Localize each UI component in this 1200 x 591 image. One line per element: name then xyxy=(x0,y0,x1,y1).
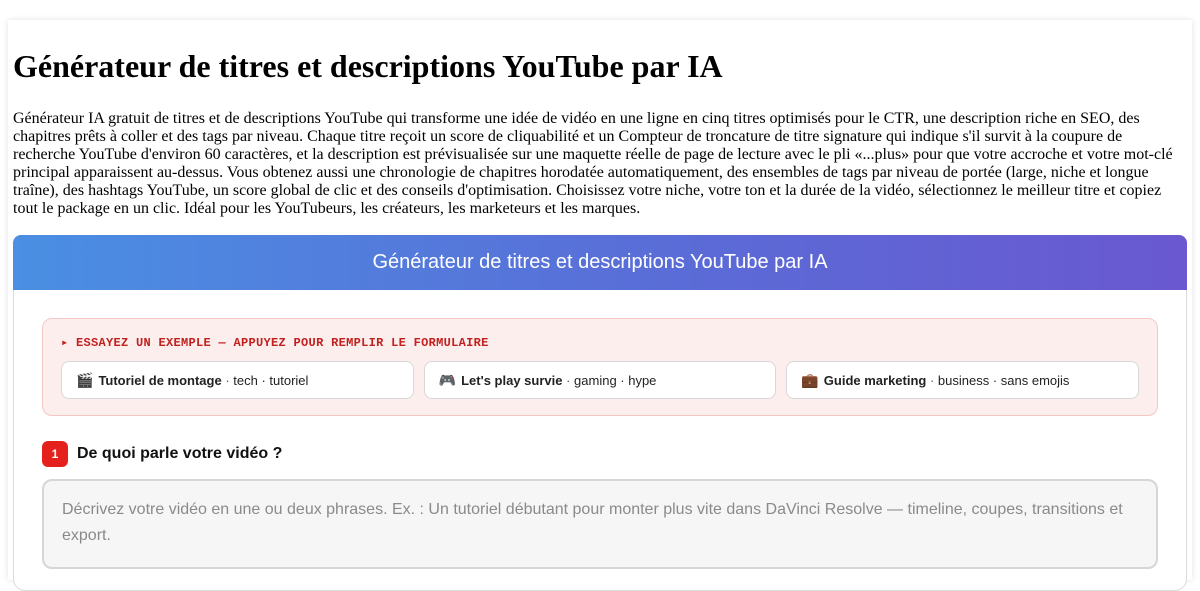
example-chip-tags: gaming · hype xyxy=(574,372,657,388)
examples-label: ▸ ESSAYEZ UN EXEMPLE — APPUYEZ POUR REMP… xyxy=(61,336,489,350)
briefcase-icon: 💼 xyxy=(801,371,819,388)
example-chip-title: Guide marketing xyxy=(823,372,927,388)
clapperboard-icon: 🎬 xyxy=(76,371,94,388)
step-number-badge: 1 xyxy=(42,441,68,467)
step-1-heading: 1 De quoi parle votre vidéo ? xyxy=(42,441,1158,467)
example-chips: 🎬 Tutoriel de montage · tech · tutoriel … xyxy=(61,361,1140,399)
example-chip-gaming[interactable]: 🎮 Let's play survie · gaming · hype xyxy=(423,361,777,399)
tool-header: Générateur de titres et descriptions You… xyxy=(13,235,1187,290)
video-description-input[interactable] xyxy=(42,479,1158,569)
game-controller-icon: 🎮 xyxy=(438,371,457,388)
example-chip-montage[interactable]: 🎬 Tutoriel de montage · tech · tutoriel xyxy=(61,361,414,399)
tool-body: ▸ ESSAYEZ UN EXEMPLE — APPUYEZ POUR REMP… xyxy=(13,290,1187,591)
example-chip-marketing[interactable]: 💼 Guide marketing · business · sans emoj… xyxy=(786,361,1140,399)
page-intro: Générateur IA gratuit de titres et de de… xyxy=(13,110,1173,217)
examples-panel: ▸ ESSAYEZ UN EXEMPLE — APPUYEZ POUR REMP… xyxy=(42,318,1158,416)
page-title: Générateur de titres et descriptions You… xyxy=(13,48,723,84)
example-chip-tags: business · sans emojis xyxy=(937,372,1070,388)
example-chip-title: Tutoriel de montage xyxy=(98,372,222,388)
step-label: De quoi parle votre vidéo ? xyxy=(77,445,283,462)
page-content: Générateur de titres et descriptions You… xyxy=(13,20,1187,591)
page-card: Générateur de titres et descriptions You… xyxy=(8,20,1192,591)
example-chip-title: Let's play survie xyxy=(461,372,563,388)
example-chip-tags: tech · tutoriel xyxy=(233,372,309,388)
